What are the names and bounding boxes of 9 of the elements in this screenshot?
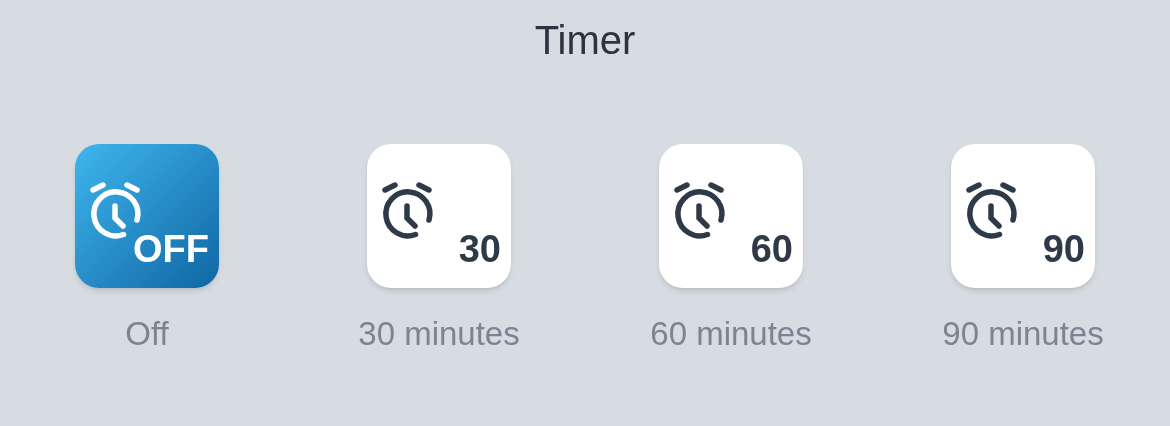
option-label: 60 minutes [650, 314, 812, 354]
option-label: 30 minutes [358, 314, 520, 354]
option-label: 90 minutes [942, 314, 1104, 354]
dialog-title: Timer [534, 17, 636, 64]
timer-option-button[interactable]: 30 [367, 144, 511, 288]
timer-option-button[interactable]: 60 [659, 144, 803, 288]
timer-option-button[interactable]: 90 [951, 144, 1095, 288]
option-label: Off [125, 314, 169, 354]
timer-option-button[interactable]: OFF [75, 144, 219, 288]
